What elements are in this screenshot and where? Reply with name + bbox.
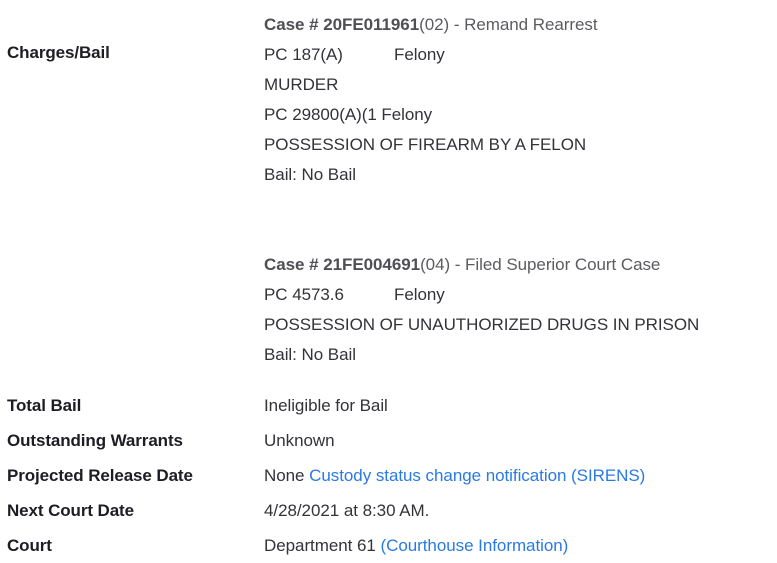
projected-release-date-label: Projected Release Date [7,466,193,485]
projected-release-date-text: None [264,466,305,485]
charges-bail-row: Charges/Bail Case # 20FE011961(02) - Rem… [0,0,777,370]
charge-description: POSSESSION OF UNAUTHORIZED DRUGS IN PRIS… [264,315,700,334]
charge-code: PC 29800(A)(1 Felony [264,105,433,124]
detail-fields: Total Bail Ineligible for Bail Outstandi… [0,388,777,563]
charges-bail-label: Charges/Bail [7,43,110,62]
case-bail: Bail: No Bail [264,345,356,364]
next-court-date-label: Next Court Date [7,501,134,520]
charge-code: PC 187(A) [264,45,343,64]
sirens-notification-link[interactable]: Custody status change notification (SIRE… [309,466,645,485]
case-heading: Case # 21FE004691(04) - Filed Superior C… [264,250,777,280]
charge-code: PC 4573.6 [264,285,344,304]
court-department-text: Department 61 [264,536,376,555]
charge-row: PC 187(A) Felony [264,40,777,70]
outstanding-warrants-label: Outstanding Warrants [7,431,183,450]
court-value: Department 61 (Courthouse Information) [264,528,777,563]
charge-class: Felony [394,285,445,304]
case-bail: Bail: No Bail [264,165,356,184]
charges-bail-value: Case # 20FE011961(02) - Remand Rearrest … [264,10,777,370]
next-court-date-value: 4/28/2021 at 8:30 AM. [264,501,430,520]
projected-release-date-value: None Custody status change notification … [264,458,777,493]
next-court-date-row: Next Court Date 4/28/2021 at 8:30 AM. [0,493,777,528]
charge-description: POSSESSION OF FIREARM BY A FELON [264,135,587,154]
projected-release-date-row: Projected Release Date None Custody stat… [0,458,777,493]
court-row: Court Department 61 (Courthouse Informat… [0,528,777,563]
case-heading: Case # 20FE011961(02) - Remand Rearrest [264,10,777,40]
case-block: Case # 20FE011961(02) - Remand Rearrest … [264,10,777,190]
case-status: (02) - Remand Rearrest [419,15,598,34]
charge-description: MURDER [264,75,339,94]
case-block: Case # 21FE004691(04) - Filed Superior C… [264,250,777,370]
total-bail-row: Total Bail Ineligible for Bail [0,388,777,423]
courthouse-information-link[interactable]: (Courthouse Information) [381,536,569,555]
case-number: Case # 21FE004691 [264,255,421,274]
case-status: (04) - Filed Superior Court Case [420,255,661,274]
total-bail-label: Total Bail [7,396,82,415]
charge-row: PC 4573.6 Felony [264,280,777,310]
inmate-charges-record: Charges/Bail Case # 20FE011961(02) - Rem… [0,0,777,555]
case-number: Case # 20FE011961 [264,15,420,34]
outstanding-warrants-row: Outstanding Warrants Unknown [0,423,777,458]
outstanding-warrants-value: Unknown [264,431,335,450]
charge-class: Felony [394,45,445,64]
total-bail-value: Ineligible for Bail [264,396,388,415]
charge-row: PC 29800(A)(1 Felony [264,100,777,130]
court-label: Court [7,536,52,555]
